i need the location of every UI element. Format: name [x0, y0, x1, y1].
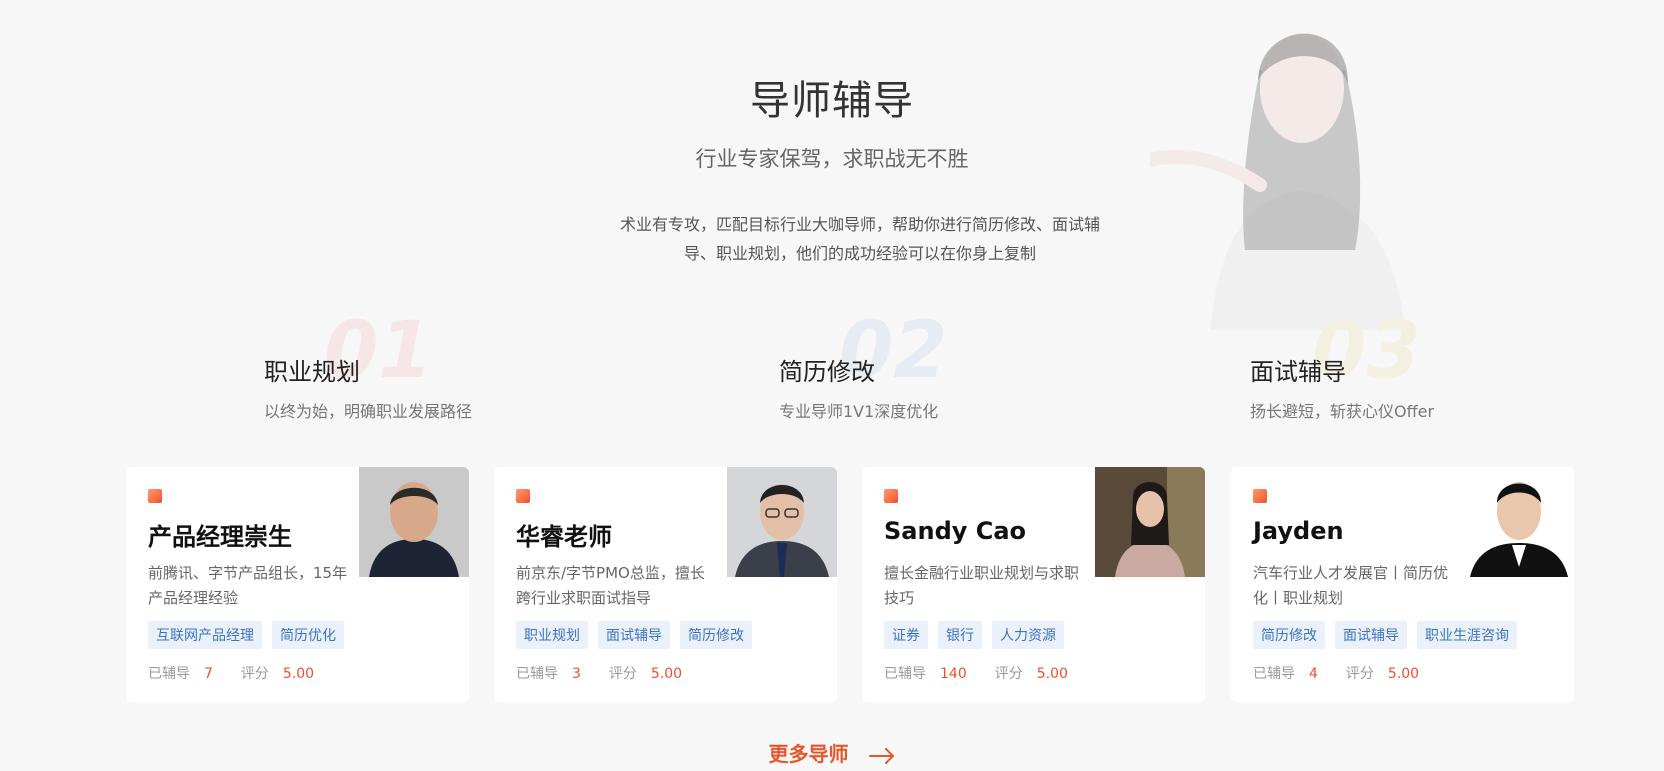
mentor-tag[interactable]: 简历修改: [1253, 621, 1325, 649]
more-mentors-link[interactable]: 更多导师: [0, 738, 1664, 767]
badge-square-icon: [148, 489, 162, 503]
feature-subtitle: 扬长避短，斩获心仪Offer: [1250, 402, 1435, 421]
mentor-tag[interactable]: 互联网产品经理: [148, 621, 262, 649]
mentor-stats: 已辅导 7 评分 5.00: [148, 663, 342, 683]
count-label: 已辅导: [516, 666, 558, 682]
mentor-bio: 前腾讯、字节产品组长，15年产品经理经验: [148, 564, 348, 607]
mentor-tags: 证券 银行 人力资源: [884, 621, 1064, 649]
mentor-stats: 已辅导 140 评分 5.00: [884, 663, 1096, 683]
mentor-card[interactable]: 产品经理崇生 前腾讯、字节产品组长，15年产品经理经验 互联网产品经理 简历优化…: [126, 467, 469, 702]
count-label: 已辅导: [148, 666, 190, 682]
description-line-2: 导、职业规划，他们的成功经验可以在你身上复制: [683, 244, 1036, 263]
mentor-tag[interactable]: 银行: [938, 621, 982, 649]
description-line-1: 术业有专攻，匹配目标行业大咖导师，帮助你进行简历修改、面试辅: [619, 215, 1100, 234]
mentor-card[interactable]: Sandy Cao 擅长金融行业职业规划与求职技巧 证券 银行 人力资源 已辅导…: [862, 467, 1205, 702]
mentor-tags: 职业规划 面试辅导 简历修改: [516, 621, 752, 649]
count-value: 4: [1309, 666, 1318, 682]
mentor-stats: 已辅导 3 评分 5.00: [516, 663, 710, 683]
mentor-tags: 简历修改 面试辅导 职业生涯咨询: [1253, 621, 1517, 649]
mentor-bio: 擅长金融行业职业规划与求职技巧: [884, 564, 1080, 607]
mentor-tag[interactable]: 职业规划: [516, 621, 588, 649]
feature-subtitle: 以终为始，明确职业发展路径: [264, 402, 473, 421]
count-label: 已辅导: [1253, 666, 1295, 682]
badge-square-icon: [516, 489, 530, 503]
mentor-avatar: [1095, 467, 1205, 577]
mentor-tag[interactable]: 面试辅导: [1335, 621, 1407, 649]
rating-label: 评分: [994, 666, 1023, 682]
mentor-tag[interactable]: 简历优化: [272, 621, 344, 649]
more-mentors-label: 更多导师: [768, 742, 849, 766]
mentor-name: 产品经理崇生: [148, 523, 292, 551]
rating-label: 评分: [1345, 666, 1374, 682]
mentor-tags: 互联网产品经理 简历优化: [148, 621, 344, 649]
badge-square-icon: [884, 489, 898, 503]
mentor-card[interactable]: 华睿老师 前京东/字节PMO总监，擅长跨行业求职面试指导 职业规划 面试辅导 简…: [494, 467, 837, 702]
rating-value: 5.00: [650, 666, 683, 682]
mentor-card[interactable]: Jayden 汽车行业人才发展官丨简历优化丨职业规划 简历修改 面试辅导 职业生…: [1231, 467, 1574, 702]
section-title: 导师辅导: [750, 78, 914, 124]
mentor-avatar: [1464, 467, 1574, 577]
feature-title: 面试辅导: [1250, 358, 1346, 386]
mentor-name: Sandy Cao: [884, 517, 1027, 545]
feature-interview-coaching: 03 面试辅导 扬长避短，斩获心仪Offer: [1250, 300, 1434, 422]
feature-title: 职业规划: [264, 358, 360, 386]
feature-career-planning: 01 职业规划 以终为始，明确职业发展路径: [264, 300, 472, 422]
mentor-stats: 已辅导 4 评分 5.00: [1253, 663, 1447, 683]
section-description: 术业有专攻，匹配目标行业大咖导师，帮助你进行简历修改、面试辅 导、职业规划，他们…: [590, 210, 1130, 268]
rating-value: 5.00: [282, 666, 315, 682]
arrow-right-icon: [869, 747, 895, 764]
mentor-name: 华睿老师: [516, 523, 612, 551]
mentor-name: Jayden: [1253, 517, 1344, 545]
mentor-bio: 前京东/字节PMO总监，擅长跨行业求职面试指导: [516, 564, 705, 607]
badge-square-icon: [1253, 489, 1267, 503]
mentor-avatar: [727, 467, 837, 577]
mentor-tag[interactable]: 人力资源: [992, 621, 1064, 649]
rating-value: 5.00: [1036, 666, 1068, 682]
mentor-tag[interactable]: 简历修改: [680, 621, 752, 649]
mentor-tag[interactable]: 职业生涯咨询: [1417, 621, 1517, 649]
count-label: 已辅导: [884, 666, 926, 682]
mentor-bio: 汽车行业人才发展官丨简历优化丨职业规划: [1253, 564, 1449, 607]
feature-subtitle: 专业导师1V1深度优化: [779, 402, 939, 421]
feature-title: 简历修改: [779, 358, 875, 386]
rating-label: 评分: [240, 666, 269, 682]
mentor-avatar: [359, 467, 469, 577]
section-subtitle: 行业专家保驾，求职战无不胜: [695, 147, 969, 171]
count-value: 140: [940, 666, 967, 682]
rating-value: 5.00: [1387, 666, 1420, 682]
mentor-tag[interactable]: 面试辅导: [598, 621, 670, 649]
feature-resume-editing: 02 简历修改 专业导师1V1深度优化: [779, 300, 948, 422]
mentor-tag[interactable]: 证券: [884, 621, 928, 649]
rating-label: 评分: [608, 666, 637, 682]
count-value: 3: [572, 666, 581, 682]
count-value: 7: [204, 666, 213, 682]
